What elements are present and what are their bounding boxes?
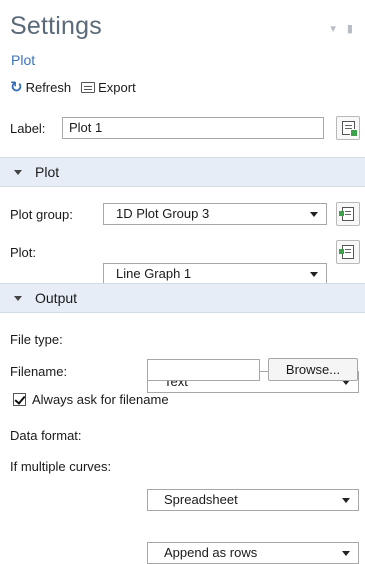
file-type-label: File type: bbox=[10, 332, 63, 347]
plot-group-select[interactable]: 1D Plot Group 3 bbox=[103, 203, 327, 225]
pin-icon[interactable]: ▾ ▮ bbox=[330, 22, 357, 35]
label-edit-icon bbox=[341, 121, 358, 137]
section-output-header[interactable]: Output bbox=[0, 283, 365, 313]
plot-go-to-source-button[interactable] bbox=[336, 240, 360, 264]
multi-curves-select[interactable]: Append as rows bbox=[147, 542, 359, 564]
label-field-label: Label: bbox=[10, 121, 46, 136]
go-to-source-icon bbox=[339, 207, 354, 221]
multi-curves-value: Append as rows bbox=[164, 545, 258, 560]
toolbar: ↻ Refresh Export bbox=[10, 78, 136, 96]
refresh-button[interactable]: ↻ Refresh bbox=[10, 78, 71, 96]
section-plot-title: Plot bbox=[35, 164, 60, 180]
filename-label: Filename: bbox=[10, 364, 68, 379]
chevron-down-icon bbox=[342, 551, 350, 556]
filename-input[interactable] bbox=[147, 359, 260, 381]
chevron-down-icon bbox=[14, 295, 22, 301]
data-format-value: Spreadsheet bbox=[164, 492, 238, 507]
export-icon bbox=[81, 81, 96, 93]
data-format-select[interactable]: Spreadsheet bbox=[147, 489, 359, 511]
plot-select[interactable]: Line Graph 1 bbox=[103, 263, 327, 285]
go-to-source-icon bbox=[339, 245, 354, 259]
always-ask-row[interactable]: Always ask for filename bbox=[13, 392, 169, 407]
plot-value: Line Graph 1 bbox=[116, 266, 192, 281]
plot-group-value: 1D Plot Group 3 bbox=[116, 206, 210, 221]
export-button[interactable]: Export bbox=[81, 80, 136, 95]
always-ask-checkbox[interactable] bbox=[13, 393, 26, 406]
section-output-title: Output bbox=[35, 290, 78, 306]
label-input[interactable]: Plot 1 bbox=[62, 117, 324, 139]
section-plot-header[interactable]: Plot bbox=[0, 157, 365, 187]
always-ask-label: Always ask for filename bbox=[32, 392, 169, 407]
refresh-icon: ↻ bbox=[10, 79, 23, 96]
settings-title: Settings bbox=[10, 12, 102, 40]
export-label: Export bbox=[98, 79, 136, 95]
chevron-down-icon bbox=[310, 272, 318, 277]
chevron-down-icon bbox=[14, 169, 22, 175]
label-edit-button[interactable] bbox=[336, 116, 360, 140]
multi-curves-label: If multiple curves: bbox=[10, 459, 112, 474]
chevron-down-icon bbox=[310, 212, 318, 217]
refresh-label: Refresh bbox=[25, 79, 72, 95]
data-format-label: Data format: bbox=[10, 428, 82, 443]
plot-group-label: Plot group: bbox=[10, 207, 73, 222]
browse-button[interactable]: Browse... bbox=[268, 358, 358, 381]
node-subtitle: Plot bbox=[11, 52, 36, 68]
chevron-down-icon bbox=[342, 498, 350, 503]
plot-group-go-to-source-button[interactable] bbox=[336, 202, 360, 226]
plot-label: Plot: bbox=[10, 245, 37, 260]
